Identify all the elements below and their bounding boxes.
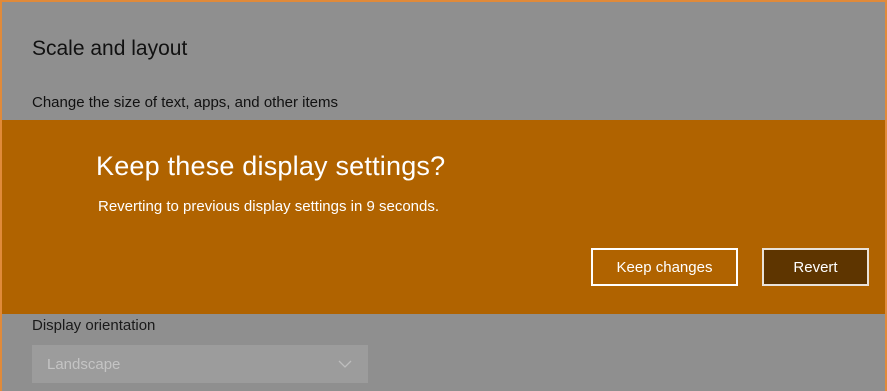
settings-window: Scale and layout Change the size of text… [0,0,887,391]
chevron-down-icon [337,356,353,372]
section-subtitle: Change the size of text, apps, and other… [32,94,339,111]
keep-changes-button[interactable]: Keep changes [591,248,738,286]
revert-countdown-message: Reverting to previous display settings i… [98,198,440,215]
dialog-title: Keep these display settings? [96,151,446,181]
display-orientation-label: Display orientation [32,317,156,334]
keep-display-settings-dialog: Keep these display settings? Reverting t… [2,120,885,314]
display-orientation-value: Landscape [47,355,121,373]
section-title: Scale and layout [32,37,188,60]
revert-button[interactable]: Revert [762,248,869,286]
display-orientation-dropdown[interactable]: Landscape [32,345,368,383]
